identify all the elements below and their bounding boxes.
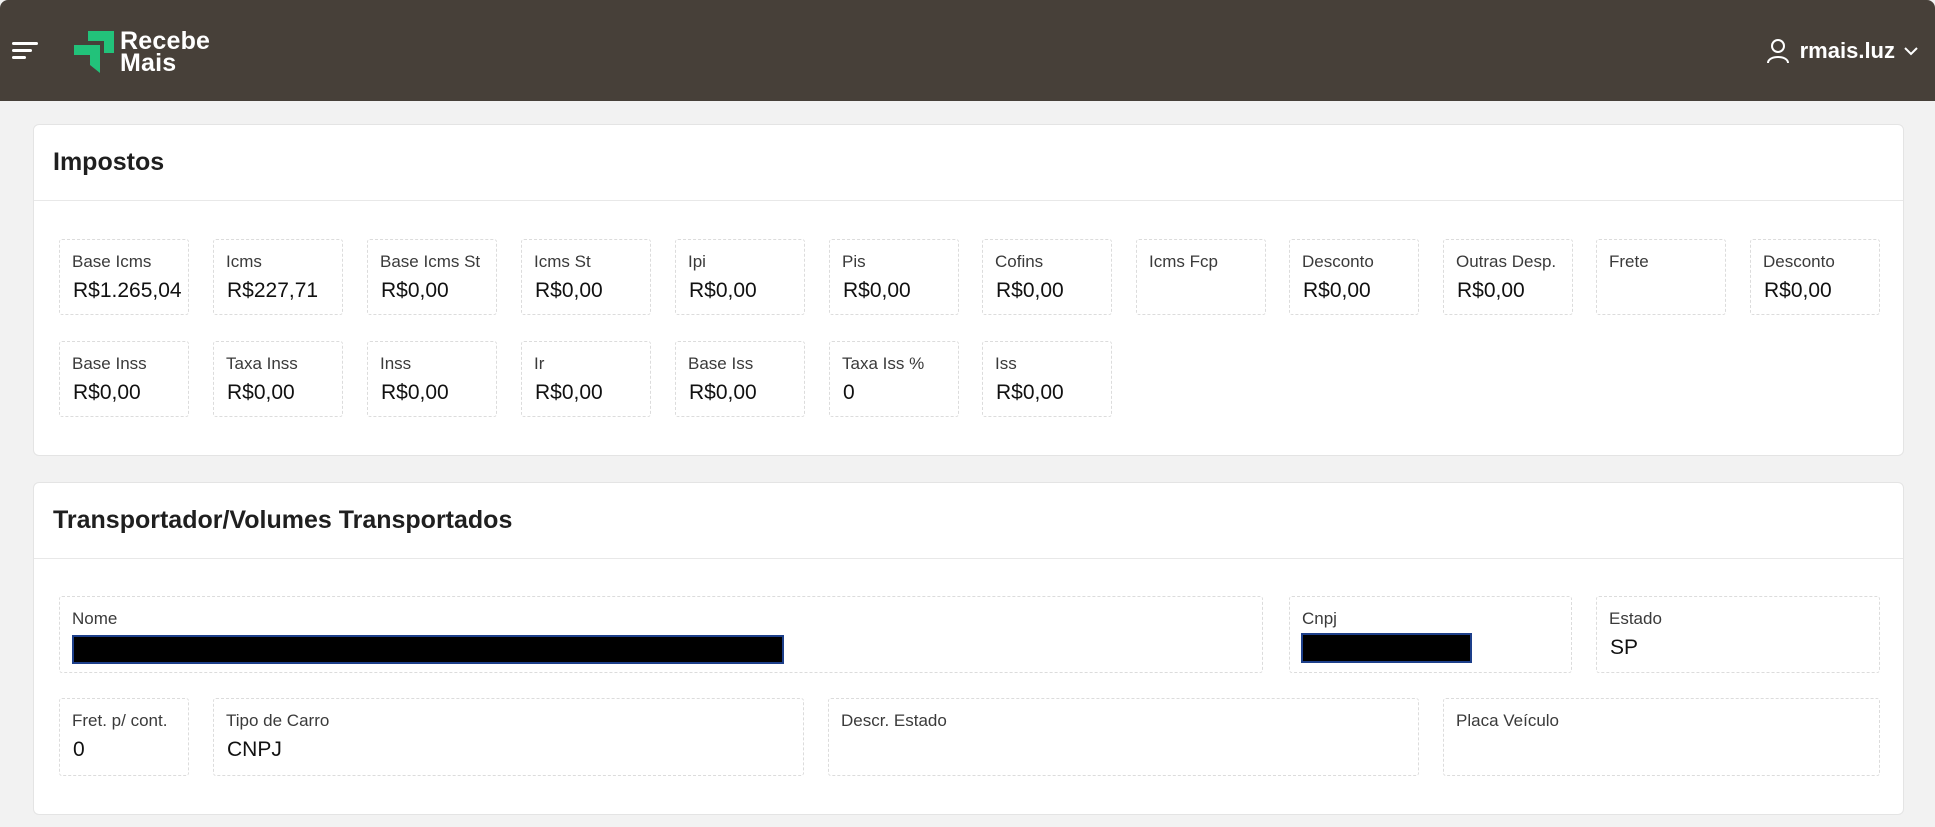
field-base-icms: Base Icms R$1.265,04: [59, 239, 189, 315]
field-descr-estado: Descr. Estado: [828, 698, 1419, 776]
user-icon: [1766, 39, 1789, 64]
field-label: Iss: [995, 354, 1017, 373]
field-value: 0: [73, 738, 85, 761]
user-menu[interactable]: rmais.luz: [1766, 36, 1919, 66]
field-pis: Pis R$0,00: [829, 239, 959, 315]
field-icms-fcp: Icms Fcp: [1136, 239, 1266, 315]
field-icms: Icms R$227,71: [213, 239, 343, 315]
field-value: R$0,00: [381, 279, 449, 302]
field-iss: Iss R$0,00: [982, 341, 1112, 417]
field-label: Frete: [1609, 252, 1649, 271]
impostos-card: Impostos Base Icms R$1.265,04 Icms R$227…: [33, 124, 1904, 456]
field-label: Nome: [72, 609, 118, 628]
field-label: Base Icms St: [380, 252, 481, 271]
field-label: Pis: [842, 252, 866, 271]
menu-icon[interactable]: [12, 40, 40, 62]
field-label: Desconto: [1302, 252, 1374, 271]
field-desconto-2: Desconto R$0,00: [1750, 239, 1880, 315]
field-desconto: Desconto R$0,00: [1289, 239, 1419, 315]
field-label: Base Icms: [72, 252, 152, 271]
field-label: Icms Fcp: [1149, 252, 1218, 271]
field-label: Placa Veículo: [1456, 711, 1560, 730]
field-label: Inss: [380, 354, 412, 373]
field-label: Outras Desp.: [1456, 252, 1557, 271]
field-value: R$0,00: [381, 381, 449, 404]
field-value: R$0,00: [535, 381, 603, 404]
field-base-inss: Base Inss R$0,00: [59, 341, 189, 417]
field-label: Estado: [1609, 609, 1662, 628]
logo-mark-icon: [74, 31, 114, 73]
redacted-nome: [72, 635, 784, 664]
field-ipi: Ipi R$0,00: [675, 239, 805, 315]
field-value: R$0,00: [689, 279, 757, 302]
field-value: R$227,71: [227, 279, 319, 302]
field-outras-desp: Outras Desp. R$0,00: [1443, 239, 1573, 315]
user-name: rmais.luz: [1799, 38, 1895, 63]
field-estado: Estado SP: [1596, 596, 1880, 673]
field-value: SP: [1610, 636, 1639, 659]
brand-name: Recebe Mais: [120, 29, 210, 77]
field-label: Descr. Estado: [841, 711, 947, 730]
field-icms-st: Icms St R$0,00: [521, 239, 651, 315]
impostos-title: Impostos: [53, 148, 165, 176]
brand-logo[interactable]: Recebe Mais: [74, 29, 210, 77]
field-ir: Ir R$0,00: [521, 341, 651, 417]
impostos-header: Impostos: [34, 125, 1903, 201]
transportador-card: Transportador/Volumes Transportados Nome…: [33, 482, 1904, 815]
field-label: Icms St: [534, 252, 591, 271]
field-base-iss: Base Iss R$0,00: [675, 341, 805, 417]
field-label: Ir: [534, 354, 545, 373]
chevron-down-icon: [1904, 47, 1918, 56]
transportador-header: Transportador/Volumes Transportados: [34, 483, 1903, 559]
field-value: R$0,00: [689, 381, 757, 404]
field-value: R$0,00: [73, 381, 141, 404]
field-label: Taxa Inss: [226, 354, 298, 373]
field-label: Ipi: [688, 252, 706, 271]
field-value: R$0,00: [1303, 279, 1371, 302]
field-inss: Inss R$0,00: [367, 341, 497, 417]
field-value: R$0,00: [843, 279, 911, 302]
field-value: R$0,00: [996, 381, 1064, 404]
field-placa-veiculo: Placa Veículo: [1443, 698, 1880, 776]
field-label: Cnpj: [1302, 609, 1337, 628]
field-label: Base Inss: [72, 354, 147, 373]
field-value: R$0,00: [1457, 279, 1525, 302]
field-value: 0: [843, 381, 855, 404]
field-taxa-iss: Taxa Iss % 0: [829, 341, 959, 417]
field-fret-cont: Fret. p/ cont. 0: [59, 698, 189, 776]
field-taxa-inss: Taxa Inss R$0,00: [213, 341, 343, 417]
field-label: Base Iss: [688, 354, 754, 373]
field-tipo-carro: Tipo de Carro CNPJ: [213, 698, 804, 776]
field-frete: Frete: [1596, 239, 1726, 315]
field-label: Tipo de Carro: [226, 711, 330, 730]
field-value: R$0,00: [996, 279, 1064, 302]
field-label: Taxa Iss %: [842, 354, 925, 373]
field-label: Desconto: [1763, 252, 1835, 271]
field-label: Icms: [226, 252, 262, 271]
field-value: R$0,00: [227, 381, 295, 404]
field-value: CNPJ: [227, 738, 282, 761]
redacted-cnpj: [1301, 633, 1472, 663]
field-base-icms-st: Base Icms St R$0,00: [367, 239, 497, 315]
field-value: R$0,00: [535, 279, 603, 302]
field-label: Cofins: [995, 252, 1044, 271]
field-value: R$0,00: [1764, 279, 1832, 302]
field-value: R$1.265,04: [73, 279, 182, 302]
field-cofins: Cofins R$0,00: [982, 239, 1112, 315]
field-label: Fret. p/ cont.: [72, 711, 168, 730]
transportador-title: Transportador/Volumes Transportados: [53, 506, 513, 534]
brand-line-2: Mais: [120, 49, 177, 77]
top-bar: Recebe Mais rmais.luz: [0, 0, 1935, 101]
